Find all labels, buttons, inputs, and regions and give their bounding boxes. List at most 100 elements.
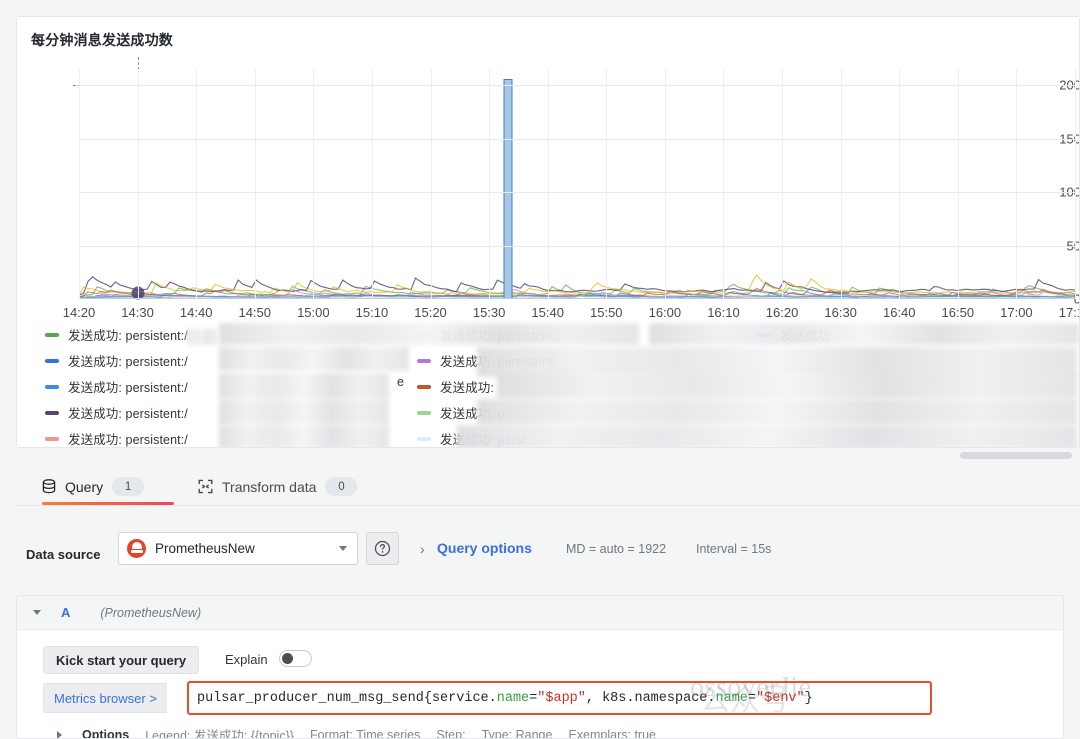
kick-start-your-query-button[interactable]: Kick start your query xyxy=(43,646,200,674)
prometheus-icon xyxy=(127,539,146,558)
plot-area[interactable] xyxy=(73,57,1076,300)
promql-token: name xyxy=(715,690,748,706)
gridline xyxy=(1016,69,1018,299)
gridline xyxy=(79,85,1075,87)
redacted-text-block xyxy=(219,399,389,425)
options-type: Type: Range xyxy=(481,727,553,739)
explain-label: Explain xyxy=(225,652,268,667)
query-options-interval: Interval = 15s xyxy=(696,542,772,556)
legend-item[interactable]: 发送成功: xyxy=(417,377,494,396)
gridline xyxy=(723,69,725,299)
legend-color-swatch xyxy=(45,358,59,363)
query-options-expand-icon[interactable]: › xyxy=(420,541,425,557)
legend-item[interactable]: 发送成功: persistent:/ xyxy=(45,351,188,370)
legend-color-swatch xyxy=(45,384,59,389)
datasource-help-button[interactable] xyxy=(366,532,399,565)
legend-color-swatch xyxy=(417,384,431,389)
options-step: Step: xyxy=(436,727,466,739)
tab-transform-data[interactable]: Transform data 0 xyxy=(198,468,358,505)
editor-tabs: Query 1 Transform data 0 xyxy=(16,468,1080,506)
query-editor-header[interactable]: A (PrometheusNew) xyxy=(17,596,1063,630)
datasource-picker[interactable]: PrometheusNew xyxy=(118,532,358,565)
promql-expression-input[interactable]: pulsar_producer_num_msg_send{service. nam… xyxy=(187,681,932,715)
promql-token: "$env" xyxy=(756,690,805,706)
gridline xyxy=(430,69,432,299)
gridline xyxy=(79,192,1075,194)
legend-item[interactable]: 发送成功: persistent:/ xyxy=(45,403,188,422)
legend-item[interactable]: 发送成功: persistent:/ xyxy=(45,377,188,396)
chart-legend[interactable]: 发送成功: persistent:/ 发送成功: persistent:/ 发送成功… xyxy=(27,323,1079,447)
gridline xyxy=(254,69,256,299)
legend-item-label: 发送成功: persistent:/ xyxy=(68,329,188,343)
promql-token: = xyxy=(529,690,538,706)
x-axis-tick: 16:30 xyxy=(824,305,857,320)
x-axis-tick: 14:40 xyxy=(179,305,213,320)
legend-horizontal-scrollbar[interactable] xyxy=(960,452,1072,459)
redacted-text-block xyxy=(477,399,1077,425)
tab-transform-count: 0 xyxy=(325,477,358,496)
tab-query[interactable]: Query 1 xyxy=(42,468,145,505)
query-options-button[interactable]: Query options xyxy=(437,540,532,556)
spike-marker xyxy=(503,78,513,299)
x-axis-tick: 16:50 xyxy=(941,305,975,320)
options-exemplars: Exemplars: true xyxy=(568,727,656,739)
x-axis-tick: 16:00 xyxy=(648,305,682,320)
redacted-text-block xyxy=(649,323,1079,345)
explain-toggle[interactable] xyxy=(279,650,312,667)
gridline xyxy=(313,69,315,299)
promql-token: = xyxy=(747,690,757,706)
chevron-down-icon xyxy=(339,546,347,551)
redacted-text-block xyxy=(219,425,389,447)
query-ref-id[interactable]: A xyxy=(61,605,70,620)
gridline xyxy=(606,69,608,299)
x-axis-tick: 17:00 xyxy=(1000,305,1033,320)
legend-item[interactable]: 发送成功: persistent:/ xyxy=(45,429,188,447)
legend-text-fragment: e xyxy=(397,375,404,389)
series-lines xyxy=(79,273,1075,299)
query-options-summary[interactable]: Options Legend: 发送成功: {{topic}} Format: … xyxy=(57,725,656,739)
x-axis-tick: 15:10 xyxy=(355,305,389,320)
gridline xyxy=(547,69,549,299)
x-axis-tick: 17:10 xyxy=(1058,305,1079,320)
legend-item-label: 发送成功: xyxy=(440,381,494,395)
x-axis-tick: 16:10 xyxy=(707,305,740,320)
x-axis-tick: 15:00 xyxy=(297,305,330,320)
chevron-down-icon[interactable] xyxy=(33,610,41,615)
timeseries-chart[interactable]: 050100150200 14:2014:3014:4014:5015:0015… xyxy=(17,57,1079,321)
chevron-right-icon[interactable] xyxy=(57,730,62,738)
series-line xyxy=(79,273,1075,296)
legend-item-label: 发送成功: persistent:/ xyxy=(68,355,188,369)
database-icon xyxy=(42,479,56,494)
x-axis-tick: 15:40 xyxy=(531,305,564,320)
redacted-text-block xyxy=(187,329,217,345)
x-axis-tick: 15:20 xyxy=(414,305,447,320)
datasource-name: PrometheusNew xyxy=(155,541,255,556)
options-title: Options xyxy=(82,727,130,739)
query-editor: A (PrometheusNew) Kick start your query … xyxy=(16,595,1064,739)
gridline xyxy=(664,69,666,299)
redacted-text-block xyxy=(497,373,1077,399)
metrics-browser-button[interactable]: Metrics browser > xyxy=(43,683,167,713)
legend-item-label: 发送成功: persistent:/ xyxy=(68,433,188,447)
gridline xyxy=(137,69,139,299)
x-axis-tick: 15:30 xyxy=(472,305,506,320)
grafana-panel-edit-screen: 每分钟消息发送成功数 050100150200 14:2014:3014:401… xyxy=(0,0,1080,739)
gridline xyxy=(1075,69,1076,299)
x-axis-tick: 14:20 xyxy=(62,305,96,320)
options-legend: Legend: 发送成功: {{topic}} xyxy=(145,729,294,739)
gridline xyxy=(489,69,491,299)
x-axis-tick: 16:20 xyxy=(765,305,799,320)
legend-color-swatch xyxy=(417,436,431,441)
page-title: 每分钟消息发送成功数 xyxy=(31,32,173,48)
x-axis-line xyxy=(79,298,1075,299)
gridline xyxy=(371,69,373,299)
redacted-text-block xyxy=(457,425,1077,447)
tab-transform-label: Transform data xyxy=(222,478,317,495)
redacted-text-block xyxy=(219,373,389,399)
tab-query-label: Query xyxy=(65,478,104,495)
gridline xyxy=(782,69,784,299)
gridline xyxy=(840,69,842,299)
legend-item-label: 发送成功: persistent:/ xyxy=(68,381,188,395)
legend-item[interactable]: 发送成功: persistent:/ xyxy=(45,325,188,344)
query-options-md: MD = auto = 1922 xyxy=(566,542,667,556)
